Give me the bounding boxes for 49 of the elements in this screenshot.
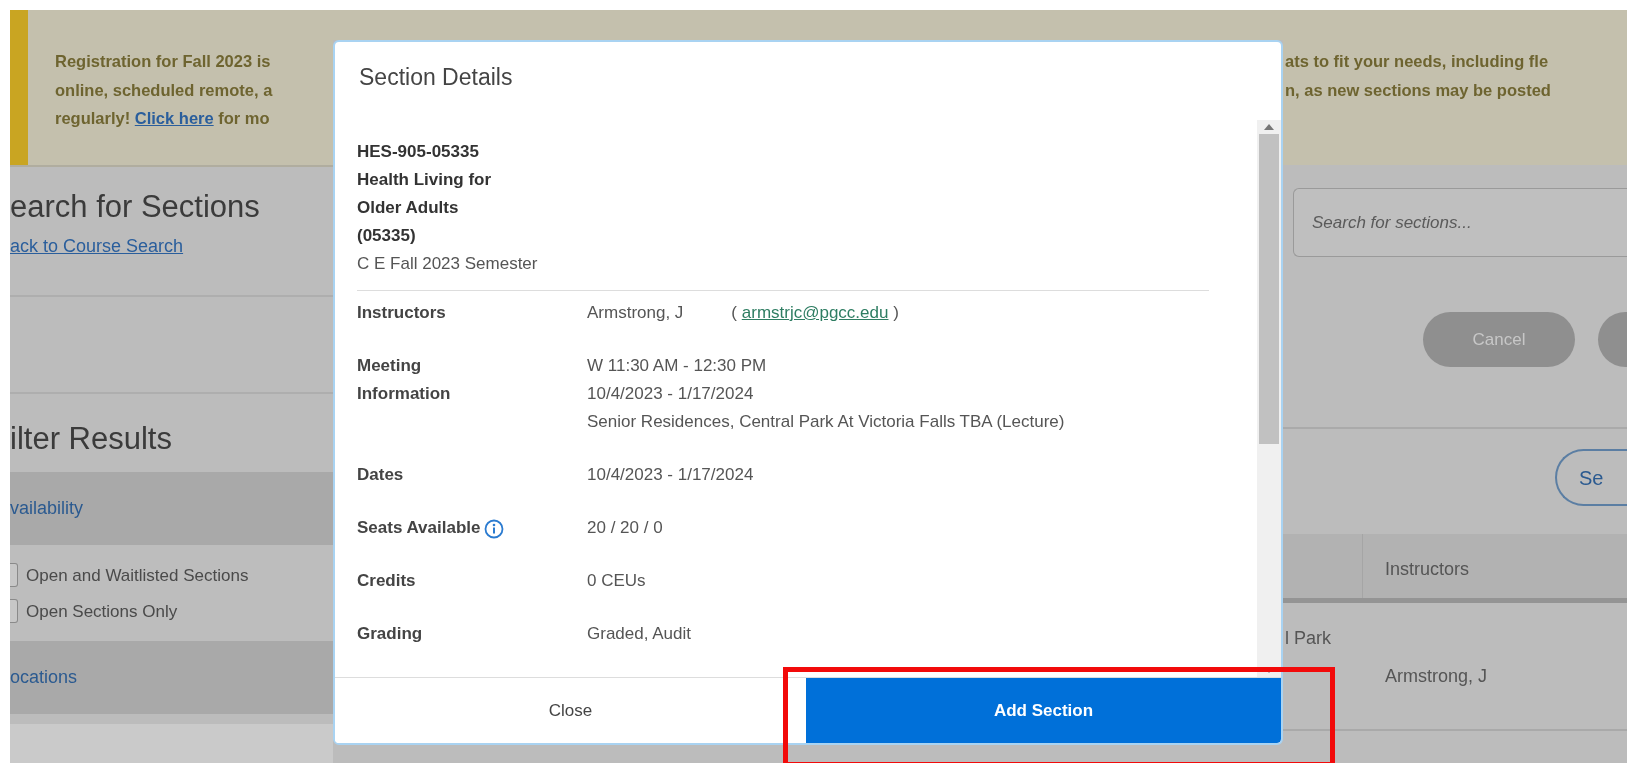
section-title: (05335) [357,225,417,247]
scroll-thumb[interactable] [1259,134,1279,444]
detail-label: Dates [357,464,404,486]
term-text: C E Fall 2023 Semester [357,254,538,273]
banner-text: n, as new sections may be posted [1285,79,1552,101]
search-field[interactable]: Search for sections... [1293,188,1627,257]
email-link[interactable]: armstrjc@pgcc.edu [741,303,889,322]
detail-value: W 11:30 AM - 12:30 PM [587,355,768,377]
filter-group-header[interactable]: vailability [10,472,333,546]
detail-value: Senior Residences, Central Park At Victoria Falls TBA (Lecture) [587,411,1065,433]
filter-heading: ilter Results [10,419,173,458]
detail-label: Grading [357,623,423,645]
table-cell-text: l Park [1284,627,1332,650]
detail-label: Meeting Information [357,355,452,405]
modal-title: Section Details [358,63,514,92]
banner-text: online, scheduled remote, a [55,79,273,101]
option-label: Open Sections Only [26,600,178,623]
detail-value: 20 / 20 / 0 [587,518,663,537]
filter-group-header[interactable]: ocations [10,641,333,715]
banner-text: regularly! Click here for mo [55,108,271,129]
add-section-button[interactable]: Add Section [806,678,1281,743]
banner-text: ats to fit your needs, including fle [1285,51,1550,72]
option-label: Open and Waitlisted Sections [26,564,249,587]
section-button[interactable]: Se [1555,449,1627,506]
detail-label: Credits [357,570,416,592]
column-header: Instructors [1384,558,1470,581]
parenthesis: ( [731,303,738,322]
table-cell-text: Armstrong, J [1384,665,1488,688]
detail-value: 10/4/2023 - 1/17/2024 [587,383,755,405]
section-title: Older Adults [357,197,460,219]
page-heading: earch for Sections [10,188,261,226]
scrollbar[interactable] [1257,120,1281,677]
scroll-up-icon[interactable] [1264,124,1274,130]
detail-value: Graded, Audit [587,624,691,643]
detail-label: Seats Available [357,517,481,539]
info-icon[interactable] [484,519,505,539]
back-link[interactable]: ack to Course Search [10,232,184,260]
detail-value: 10/4/2023 - 1/17/2024 [587,465,754,484]
detail-label: Instructors [357,302,446,324]
section-title: Health Living for [357,169,493,191]
section-title: HES-905-05335 [357,141,480,163]
detail-value: 0 CEUs [587,571,646,590]
cancel-button[interactable]: Cancel [1423,312,1575,367]
checkbox[interactable] [10,563,18,588]
parenthesis: ) [893,303,899,322]
banner-text: Registration for Fall 2023 is [55,51,272,72]
click-here-link[interactable]: Click here [134,109,214,127]
checkbox[interactable] [10,599,18,624]
detail-value: Armstrong, J [587,302,684,324]
